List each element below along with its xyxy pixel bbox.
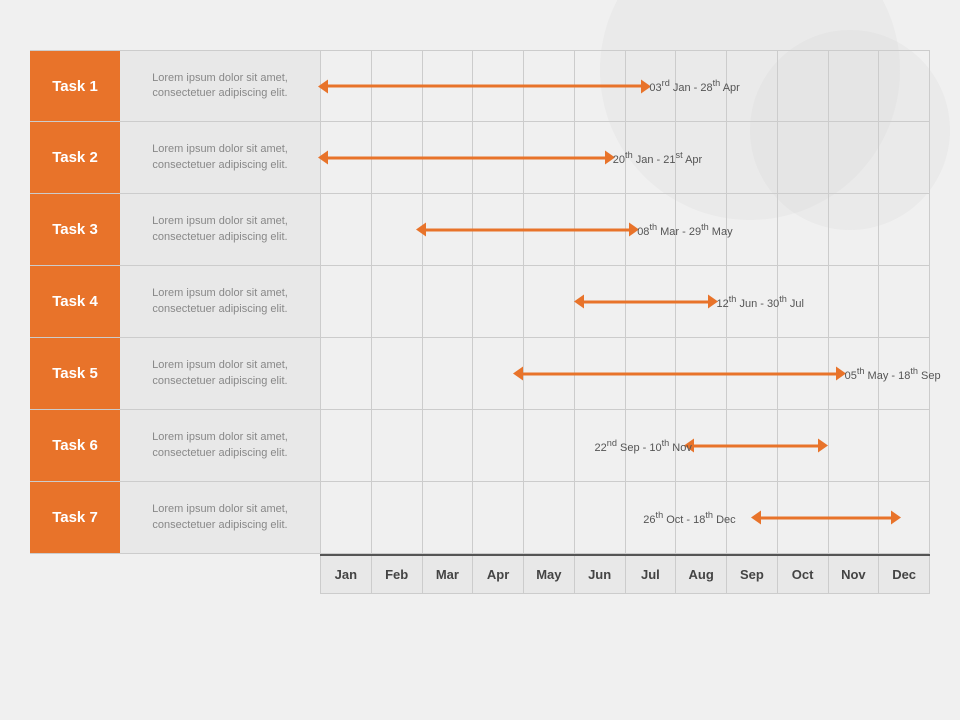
gantt-cell [727,194,778,265]
task-name: Task 7 [30,482,120,553]
task-label-row: Task 4Lorem ipsum dolor sit amet, consec… [30,266,320,338]
bar-label: 08th Mar - 29th May [637,222,732,238]
gantt-row: 08th Mar - 29th May [320,194,930,266]
gantt-cell [320,338,372,409]
gantt-cell [372,266,423,337]
bar-label: 20th Jan - 21st Apr [613,150,702,166]
bar-label: 12th Jun - 30th Jul [717,294,804,310]
task-label-row: Task 1Lorem ipsum dolor sit amet, consec… [30,50,320,122]
gantt-bar [692,444,820,447]
gantt-cell [829,194,880,265]
task-label-row: Task 2Lorem ipsum dolor sit amet, consec… [30,122,320,194]
month-cell: Feb [372,556,423,594]
gantt-cell [423,410,474,481]
gantt-bar [759,516,893,519]
gantt-cell [372,338,423,409]
month-cell: Dec [879,556,930,594]
bar-label: 05th May - 18th Sep [845,366,941,382]
month-cell: Aug [676,556,727,594]
gantt-bar [326,156,607,159]
gantt-cell [829,266,880,337]
gantt-cell [524,266,575,337]
task-desc: Lorem ipsum dolor sit amet, consectetuer… [120,410,320,481]
gantt-cell [778,122,829,193]
task-name: Task 3 [30,194,120,265]
month-cell: May [524,556,575,594]
gantt-row: 22nd Sep - 10th Nov [320,410,930,482]
gantt-cell [372,482,423,553]
month-cell: Jan [320,556,372,594]
gantt-cell [575,482,626,553]
gantt-cell [778,51,829,121]
gantt-cell [829,410,880,481]
task-label-row: Task 3Lorem ipsum dolor sit amet, consec… [30,194,320,266]
month-cell: Mar [423,556,474,594]
gantt-cell [423,482,474,553]
task-desc: Lorem ipsum dolor sit amet, consectetuer… [120,482,320,553]
task-desc: Lorem ipsum dolor sit amet, consectetuer… [120,338,320,409]
page: Task 1Lorem ipsum dolor sit amet, consec… [0,0,960,720]
gantt-cell [879,122,930,193]
gantt-row: 05th May - 18th Sep [320,338,930,410]
gantt-cell [372,410,423,481]
month-cell: Oct [778,556,829,594]
gantt-cell [473,410,524,481]
gantt-cell [778,194,829,265]
task-label-row: Task 5Lorem ipsum dolor sit amet, consec… [30,338,320,410]
gantt-cell [320,194,372,265]
gantt-bar [326,85,643,88]
month-cell: Jun [575,556,626,594]
month-cell: Sep [727,556,778,594]
chart-container: Task 1Lorem ipsum dolor sit amet, consec… [30,50,930,594]
task-desc: Lorem ipsum dolor sit amet, consectetuer… [120,51,320,121]
task-desc: Lorem ipsum dolor sit amet, consectetuer… [120,194,320,265]
task-name: Task 2 [30,122,120,193]
bar-label: 26th Oct - 18th Dec [643,510,735,526]
gantt-grid: 03rd Jan - 28th Apr 20th Jan - 21st Apr 08… [320,50,930,594]
gantt-row: 20th Jan - 21st Apr [320,122,930,194]
gantt-row: 26th Oct - 18th Dec [320,482,930,554]
gantt-cell [879,51,930,121]
task-label-row: Task 7Lorem ipsum dolor sit amet, consec… [30,482,320,554]
gantt-row: 03rd Jan - 28th Apr [320,50,930,122]
task-labels: Task 1Lorem ipsum dolor sit amet, consec… [30,50,320,594]
bar-label: 03rd Jan - 28th Apr [649,78,739,94]
month-cell: Jul [626,556,677,594]
task-desc: Lorem ipsum dolor sit amet, consectetuer… [120,266,320,337]
month-cell: Apr [473,556,524,594]
gantt-cell [879,410,930,481]
gantt-cell [423,338,474,409]
gantt-cell [829,122,880,193]
gantt-cell [320,266,372,337]
gantt-cell [320,482,372,553]
gantt-bar [424,228,631,231]
task-name: Task 1 [30,51,120,121]
task-label-row: Task 6Lorem ipsum dolor sit amet, consec… [30,410,320,482]
gantt-cell [423,266,474,337]
gantt-cell [473,266,524,337]
gantt-cell [524,482,575,553]
gantt-cell [320,410,372,481]
month-header: JanFebMarAprMayJunJulAugSepOctNovDec [320,554,930,594]
task-name: Task 6 [30,410,120,481]
gantt-cell [879,194,930,265]
task-name: Task 4 [30,266,120,337]
gantt-cell [524,410,575,481]
gantt-bar [521,372,838,375]
gantt-row: 12th Jun - 30th Jul [320,266,930,338]
gantt-cell [879,266,930,337]
gantt-rows: 03rd Jan - 28th Apr 20th Jan - 21st Apr 08… [320,50,930,554]
gantt-bar [582,300,710,303]
gantt-cell [473,482,524,553]
bar-label: 22nd Sep - 10th Nov [595,438,692,454]
month-cell: Nov [829,556,880,594]
gantt-cell [727,122,778,193]
task-name: Task 5 [30,338,120,409]
task-desc: Lorem ipsum dolor sit amet, consectetuer… [120,122,320,193]
gantt-cell [829,51,880,121]
